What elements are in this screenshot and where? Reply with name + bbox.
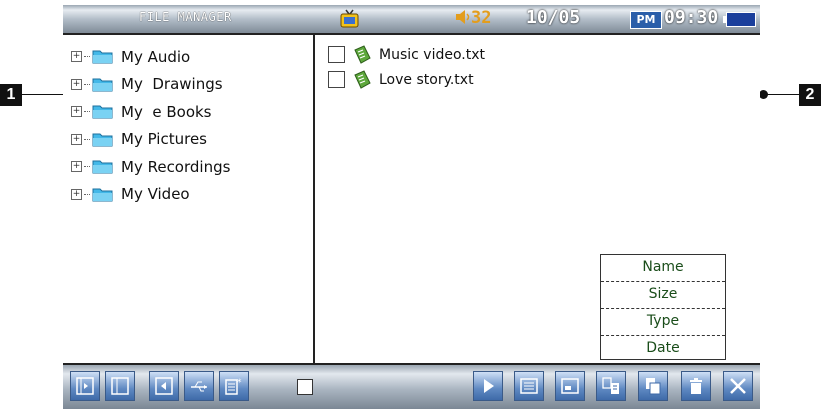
folder-label: My Video: [121, 185, 190, 204]
tv-icon: [340, 9, 359, 28]
ampm-badge: PM: [630, 11, 662, 29]
speaker-icon: [456, 10, 470, 24]
folder-label: My e Books: [121, 102, 212, 121]
collapse-pane-icon: [155, 377, 173, 395]
play-button[interactable]: [473, 371, 503, 401]
folder-icon: [92, 160, 113, 174]
callout-2-line: [763, 94, 799, 95]
copy-button[interactable]: [638, 371, 668, 401]
tree-connector: [84, 83, 90, 85]
folder-icon: [92, 78, 113, 92]
tree-connector: [84, 193, 90, 195]
sort-by-type[interactable]: Type: [601, 309, 725, 336]
sort-by-date[interactable]: Date: [601, 336, 725, 362]
sort-menu: Name Size Type Date: [600, 254, 726, 360]
folder-item-video[interactable]: + My Video: [71, 181, 230, 209]
folder-item-drawings[interactable]: + My Drawings: [71, 71, 230, 99]
tree-connector: [84, 111, 90, 113]
file-item[interactable]: Love story.txt: [328, 67, 485, 92]
folder-icon: [92, 50, 113, 64]
volume-level: 32: [471, 8, 492, 28]
expand-pane-button[interactable]: [70, 371, 100, 401]
folder-item-audio[interactable]: + My Audio: [71, 43, 230, 71]
pane-divider: [313, 35, 315, 365]
thumbnail-view-icon: [561, 378, 579, 394]
expand-icon[interactable]: +: [71, 51, 82, 63]
bottom-toolbar: *: [63, 363, 760, 409]
status-bar: FILE MANAGER 32 10/05 PM 09:30: [63, 5, 760, 35]
text-file-icon: [354, 69, 371, 89]
folder-item-ebooks[interactable]: + My e Books: [71, 98, 230, 126]
file-item[interactable]: Music video.txt: [328, 42, 485, 67]
sort-by-name[interactable]: Name: [601, 255, 725, 282]
file-list: Music video.txt Love story.txt: [328, 42, 485, 92]
usb-button[interactable]: [184, 371, 214, 401]
folder-tree: + My Audio + My Drawings + My e Books + …: [71, 43, 230, 208]
folder-label: My Drawings: [121, 75, 223, 94]
battery-icon: [723, 12, 756, 27]
list-view-icon: [520, 378, 538, 394]
trash-icon: [690, 378, 702, 394]
select-all-checkbox[interactable]: [297, 379, 313, 395]
expand-pane-icon: [76, 377, 94, 395]
folder-icon: [92, 105, 113, 119]
file-checkbox[interactable]: [328, 46, 345, 63]
folder-label: My Recordings: [121, 157, 231, 176]
move-icon: [602, 377, 619, 394]
new-file-icon: *: [225, 378, 242, 395]
folder-icon: [92, 188, 113, 202]
folder-item-recordings[interactable]: + My Recordings: [71, 153, 230, 181]
file-checkbox[interactable]: [328, 71, 345, 88]
play-icon: [484, 379, 494, 393]
file-manager-screen: FILE MANAGER 32 10/05 PM 09:30 + My Audi…: [63, 5, 760, 409]
tree-connector: [84, 56, 90, 58]
expand-icon[interactable]: +: [71, 106, 82, 118]
file-name: Love story.txt: [379, 71, 474, 88]
tree-connector: [84, 138, 90, 140]
app-title: FILE MANAGER: [139, 10, 232, 24]
tree-connector: [84, 166, 90, 168]
expand-icon[interactable]: +: [71, 188, 82, 200]
text-file-icon: [354, 44, 371, 64]
sort-by-size[interactable]: Size: [601, 282, 725, 309]
expand-icon[interactable]: +: [71, 161, 82, 173]
folder-label: My Audio: [121, 47, 191, 66]
close-button[interactable]: [723, 371, 753, 401]
folder-label: My Pictures: [121, 130, 207, 149]
single-pane-icon: [111, 377, 129, 395]
list-view-button[interactable]: [514, 371, 544, 401]
expand-icon[interactable]: +: [71, 133, 82, 145]
date-display: 10/05: [526, 7, 581, 28]
file-name: Music video.txt: [379, 46, 485, 63]
svg-text:*: *: [237, 378, 242, 388]
new-file-button[interactable]: *: [219, 371, 249, 401]
thumbnail-view-button[interactable]: [555, 371, 585, 401]
delete-button[interactable]: [681, 371, 711, 401]
expand-icon[interactable]: +: [71, 78, 82, 90]
copy-icon: [646, 378, 661, 395]
time-display: 09:30: [664, 7, 719, 28]
close-icon: [730, 378, 746, 394]
callout-1: 1: [0, 84, 22, 106]
volume-indicator[interactable]: 32: [455, 8, 491, 28]
single-pane-button[interactable]: [105, 371, 135, 401]
callout-2-dot: [759, 90, 768, 99]
collapse-pane-button[interactable]: [149, 371, 179, 401]
folder-item-pictures[interactable]: + My Pictures: [71, 126, 230, 154]
folder-icon: [92, 133, 113, 147]
move-button[interactable]: [596, 371, 626, 401]
callout-2: 2: [799, 84, 821, 106]
usb-icon: [191, 381, 207, 392]
